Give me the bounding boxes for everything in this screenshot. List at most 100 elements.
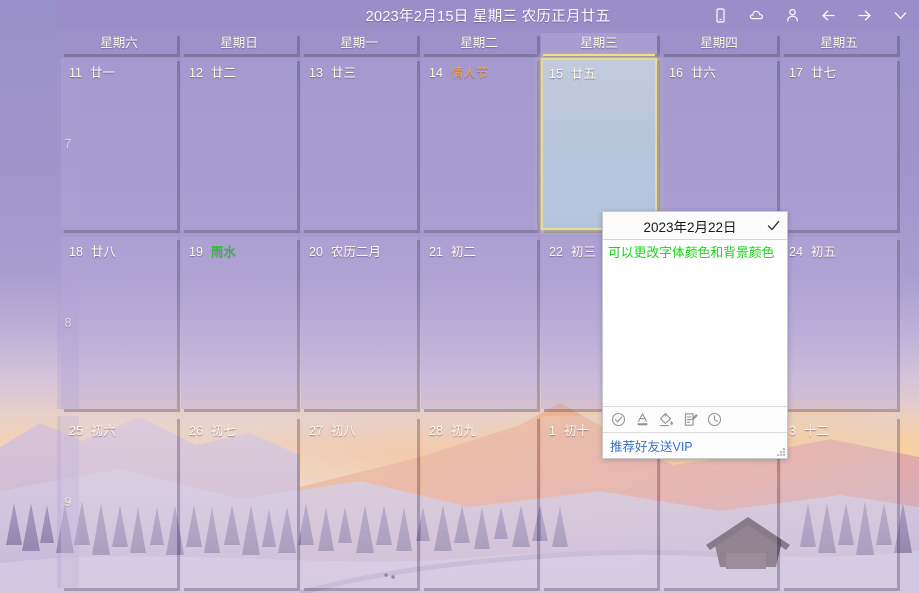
day-number: 11 <box>69 66 82 80</box>
lunar-label: 初八 <box>331 424 356 438</box>
lunar-label: 十二 <box>804 424 829 438</box>
day-cell-27[interactable]: 27初八 <box>301 416 417 588</box>
day-label: 28 初九 <box>429 420 476 439</box>
day-number: 14 <box>429 66 443 80</box>
day-label: 25 初六 <box>69 420 116 439</box>
weekday-header-3: 星期一 <box>301 33 417 54</box>
day-number: 17 <box>789 66 803 80</box>
day-label: 20 农历二月 <box>309 241 381 260</box>
lunar-label: 初七 <box>211 424 236 438</box>
day-label: 12 廿二 <box>189 62 236 81</box>
lunar-label: 廿八 <box>91 245 116 259</box>
vip-referral-link[interactable]: 推荐好友送VIP <box>610 436 693 455</box>
cloud-icon[interactable] <box>748 7 765 24</box>
calendar-window: 2023年2月15日 星期三 农历正月廿五 <box>57 0 919 593</box>
day-cell-14[interactable]: 14 情人节 <box>421 58 537 230</box>
lunar-label: 廿三 <box>331 66 356 80</box>
day-label: 21 初二 <box>429 241 476 260</box>
day-cell-19[interactable]: 19 雨水 <box>181 237 297 409</box>
day-cell-21[interactable]: 21 初二 <box>421 237 537 409</box>
day-label: 16廿六 <box>669 62 716 81</box>
lunar-label: 农历二月 <box>331 245 381 259</box>
day-label: 19 雨水 <box>189 241 236 260</box>
day-number: 18 <box>69 245 83 259</box>
lunar-label: 初十 <box>564 424 589 438</box>
day-label: 1 初十 <box>549 420 589 439</box>
lunar-label: 廿七 <box>811 66 836 80</box>
day-label: 26初七 <box>189 420 236 439</box>
day-number: 22 <box>549 245 563 259</box>
lunar-label: 廿五 <box>571 67 596 81</box>
day-cell-24[interactable]: 24 初五 <box>781 237 897 409</box>
day-label: 18 廿八 <box>69 241 116 260</box>
note-header: 2023年2月22日 <box>603 212 787 240</box>
note-text: 可以更改字体颜色和背景颜色 <box>608 244 782 261</box>
day-cell-18[interactable]: 18 廿八 <box>61 237 177 409</box>
note-complete-button[interactable] <box>759 212 787 240</box>
note-popup[interactable]: 2023年2月22日 可以更改字体颜色和背景颜色 <box>602 211 788 459</box>
check-circle-icon[interactable] <box>611 412 626 427</box>
day-number: 24 <box>789 245 803 259</box>
fill-color-icon[interactable] <box>659 412 674 427</box>
user-icon[interactable] <box>784 7 801 24</box>
day-number: 19 <box>189 245 203 259</box>
day-label: 24 初五 <box>789 241 836 260</box>
clock-icon[interactable] <box>707 412 722 427</box>
lunar-label: 初九 <box>451 424 476 438</box>
arrow-right-icon[interactable] <box>856 7 873 24</box>
lunar-label: 情人节 <box>451 66 489 80</box>
day-label: 11 廿一 <box>69 62 115 81</box>
day-cell-20[interactable]: 20 农历二月 <box>301 237 417 409</box>
lunar-label: 初三 <box>571 245 596 259</box>
day-cell-3[interactable]: 3 十二 <box>781 416 897 588</box>
day-cell-26[interactable]: 26初七 <box>181 416 297 588</box>
note-toolbar <box>603 406 787 432</box>
day-label: 27初八 <box>309 420 356 439</box>
day-label: 15 廿五 <box>549 63 596 82</box>
day-number: 13 <box>309 66 323 80</box>
arrow-left-icon[interactable] <box>820 7 837 24</box>
day-label: 3 十二 <box>789 420 829 439</box>
day-number: 12 <box>189 66 203 80</box>
day-cell-16[interactable]: 16廿六 <box>661 58 777 230</box>
mobile-icon[interactable] <box>712 7 729 24</box>
day-cell-15[interactable]: 15 廿五 <box>541 58 657 230</box>
day-label: 22 初三 <box>549 241 596 260</box>
day-cell-11[interactable]: 11 廿一 <box>61 58 177 230</box>
lunar-label: 廿一 <box>90 66 115 80</box>
lunar-label: 雨水 <box>211 245 236 259</box>
weekday-header-row: 星期六星期日星期一星期二星期三星期四星期五 <box>57 33 919 54</box>
lunar-label: 廿二 <box>211 66 236 80</box>
weekday-header-2: 星期日 <box>181 33 297 54</box>
day-number: 3 <box>789 424 796 438</box>
day-cell-13[interactable]: 13 廿三 <box>301 58 417 230</box>
day-label: 13 廿三 <box>309 62 356 81</box>
resize-grip[interactable] <box>776 447 785 456</box>
note-body[interactable]: 可以更改字体颜色和背景颜色 <box>603 240 787 406</box>
weekday-header-4: 星期二 <box>421 33 537 54</box>
day-cell-28[interactable]: 28 初九 <box>421 416 537 588</box>
day-number: 20 <box>309 245 323 259</box>
weekday-header-1: 星期六 <box>61 33 177 54</box>
note-date: 2023年2月22日 <box>603 216 759 236</box>
edit-note-icon[interactable] <box>683 412 698 427</box>
lunar-label: 初五 <box>811 245 836 259</box>
day-number: 15 <box>549 67 563 81</box>
day-cell-17[interactable]: 17 廿七 <box>781 58 897 230</box>
lunar-label: 廿六 <box>691 66 716 80</box>
day-number: 28 <box>429 424 443 438</box>
lunar-label: 初六 <box>91 424 116 438</box>
text-color-icon[interactable] <box>635 412 650 427</box>
weekday-header-6: 星期四 <box>661 33 777 54</box>
day-number: 1 <box>549 424 556 438</box>
chevron-down-icon[interactable] <box>892 7 909 24</box>
day-label: 17 廿七 <box>789 62 836 81</box>
weekday-header-7: 星期五 <box>781 33 897 54</box>
weekday-header-5: 星期三 <box>541 33 657 54</box>
day-cell-12[interactable]: 12 廿二 <box>181 58 297 230</box>
lunar-label: 初二 <box>451 245 476 259</box>
titlebar-icon-group <box>712 0 909 30</box>
day-number: 25 <box>69 424 83 438</box>
day-number: 21 <box>429 245 443 259</box>
day-cell-25[interactable]: 25 初六 <box>61 416 177 588</box>
